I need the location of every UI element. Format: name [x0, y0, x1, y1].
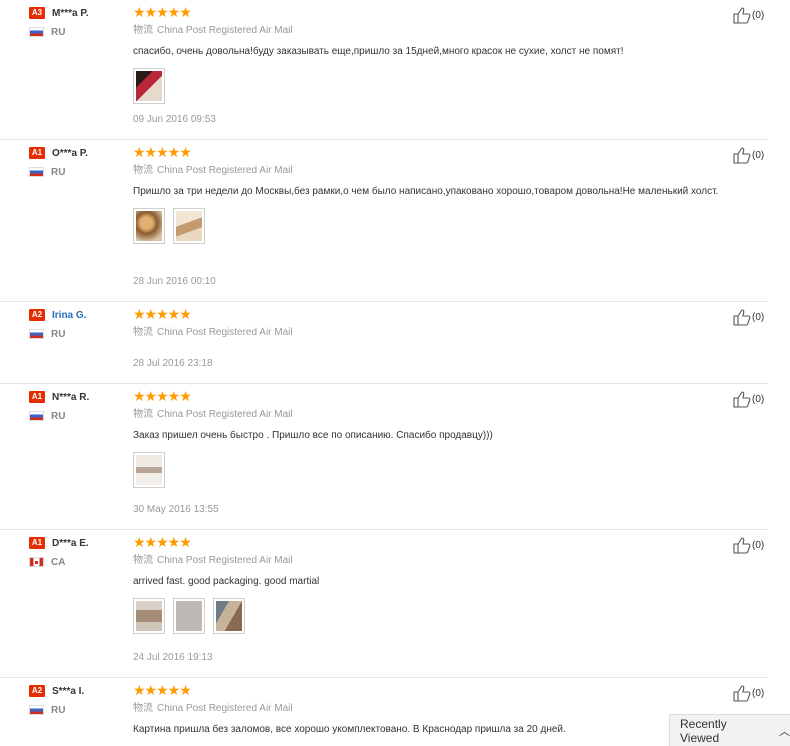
country-code: RU — [51, 328, 66, 340]
shipping-method: China Post Registered Air Mail — [157, 25, 293, 36]
reviewer-name: D***a E. — [52, 537, 89, 549]
reviewer-name: O***a P. — [52, 147, 88, 159]
reviewer-name: S***a I. — [52, 685, 85, 697]
review-date: 28 Jul 2016 23:18 — [133, 358, 213, 369]
shipping-icon: 物流 — [133, 703, 153, 714]
ru-flag-icon — [29, 27, 44, 37]
helpful-count: (0) — [752, 539, 765, 551]
review-text: спасибо, очень довольна!буду заказывать … — [133, 46, 624, 57]
review-photo[interactable] — [173, 598, 205, 634]
helpful-button[interactable]: (0) — [733, 146, 764, 164]
thumbs-up-icon — [733, 147, 751, 164]
shipping-icon: 物流 — [133, 409, 153, 420]
shipping-method: China Post Registered Air Mail — [157, 409, 293, 420]
helpful-count: (0) — [752, 311, 765, 323]
shipping-method: China Post Registered Air Mail — [157, 555, 293, 566]
country-code: RU — [51, 166, 66, 178]
country-code: RU — [51, 26, 66, 38]
helpful-count: (0) — [752, 687, 765, 699]
helpful-button[interactable]: (0) — [733, 6, 764, 24]
level-badge: A1 — [29, 147, 45, 159]
reviewer-name-link[interactable]: Irina G. — [52, 310, 86, 321]
review-photo[interactable] — [133, 598, 165, 634]
thumbs-up-icon — [733, 391, 751, 408]
shipping-method: China Post Registered Air Mail — [157, 703, 293, 714]
review-item: A2 S***a I. RU ★★★★★ 物流 China Post Regist… — [0, 678, 768, 746]
shipping-method: China Post Registered Air Mail — [157, 327, 293, 338]
reviewer-info: A1 D***a E. CA — [29, 536, 129, 568]
helpful-count: (0) — [752, 149, 765, 161]
review-photo[interactable] — [213, 598, 245, 634]
review-date: 09 Jun 2016 09:53 — [133, 114, 216, 125]
star-rating: ★★★★★ — [133, 388, 192, 404]
level-badge: A1 — [29, 391, 45, 403]
country-code: RU — [51, 410, 66, 422]
shipping-info: 物流 China Post Registered Air Mail — [133, 554, 773, 568]
review-item: A3 M***a P. RU ★★★★★ 物流 China Post Regist… — [0, 0, 768, 140]
reviewer-info: A1 O***a P. RU — [29, 146, 129, 178]
helpful-button[interactable]: (0) — [733, 390, 764, 408]
ru-flag-icon — [29, 705, 44, 715]
review-text: arrived fast. good packaging. good marti… — [133, 576, 320, 587]
review-date: 30 May 2016 13:55 — [133, 504, 219, 515]
shipping-info: 物流 China Post Registered Air Mail — [133, 408, 773, 422]
review-photo[interactable] — [133, 452, 165, 488]
review-date: 28 Jun 2016 00:10 — [133, 276, 216, 287]
review-date: 24 Jul 2016 19:13 — [133, 652, 213, 663]
country-code: RU — [51, 704, 66, 716]
level-badge: A2 — [29, 685, 45, 697]
review-text: Пришло за три недели до Москвы,без рамки… — [133, 186, 719, 197]
helpful-count: (0) — [752, 9, 765, 21]
reviewer-info: A3 M***a P. RU — [29, 6, 129, 38]
shipping-method: China Post Registered Air Mail — [157, 165, 293, 176]
helpful-button[interactable]: (0) — [733, 684, 764, 702]
level-badge: A1 — [29, 537, 45, 549]
shipping-info: 物流 China Post Registered Air Mail — [133, 24, 773, 38]
star-rating: ★★★★★ — [133, 306, 192, 322]
star-rating: ★★★★★ — [133, 534, 192, 550]
shipping-info: 物流 China Post Registered Air Mail — [133, 164, 773, 178]
thumbs-up-icon — [733, 309, 751, 326]
review-photo[interactable] — [173, 208, 205, 244]
shipping-icon: 物流 — [133, 327, 153, 338]
review-item: A1 N***a R. RU ★★★★★ 物流 China Post Regist… — [0, 384, 768, 530]
review-photo[interactable] — [133, 68, 165, 104]
chevron-up-icon: ︿ — [779, 725, 790, 738]
thumbs-up-icon — [733, 7, 751, 24]
star-rating: ★★★★★ — [133, 144, 192, 160]
country-code: CA — [51, 556, 66, 568]
review-item: A1 D***a E. CA ★★★★★ 物流 China Post Regist… — [0, 530, 768, 678]
reviewer-name: N***a R. — [52, 391, 90, 403]
thumbs-up-icon — [733, 537, 751, 554]
star-rating: ★★★★★ — [133, 4, 192, 20]
reviewer-name: M***a P. — [52, 7, 89, 19]
helpful-button[interactable]: (0) — [733, 536, 764, 554]
shipping-icon: 物流 — [133, 555, 153, 566]
level-badge: A3 — [29, 7, 45, 19]
star-rating: ★★★★★ — [133, 682, 192, 698]
review-text: Заказ пришел очень быстро . Пришло все п… — [133, 430, 493, 441]
recently-viewed-button[interactable]: Recently Viewed ︿ — [669, 714, 790, 746]
review-item: A1 O***a P. RU ★★★★★ 物流 China Post Regist… — [0, 140, 768, 302]
reviewer-info: A2 Irina G. RU — [29, 308, 129, 340]
level-badge: A2 — [29, 309, 45, 321]
helpful-button[interactable]: (0) — [733, 308, 764, 326]
ca-flag-icon — [29, 557, 44, 567]
shipping-icon: 物流 — [133, 165, 153, 176]
thumbs-up-icon — [733, 685, 751, 702]
review-item: A2 Irina G. RU ★★★★★ 物流 China Post Regist… — [0, 302, 768, 384]
shipping-info: 物流 China Post Registered Air Mail — [133, 326, 773, 340]
helpful-count: (0) — [752, 393, 765, 405]
ru-flag-icon — [29, 167, 44, 177]
ru-flag-icon — [29, 329, 44, 339]
recently-viewed-label: Recently Viewed — [680, 716, 727, 745]
ru-flag-icon — [29, 411, 44, 421]
shipping-icon: 物流 — [133, 25, 153, 36]
review-photo[interactable] — [133, 208, 165, 244]
reviewer-info: A1 N***a R. RU — [29, 390, 129, 422]
reviewer-info: A2 S***a I. RU — [29, 684, 129, 716]
